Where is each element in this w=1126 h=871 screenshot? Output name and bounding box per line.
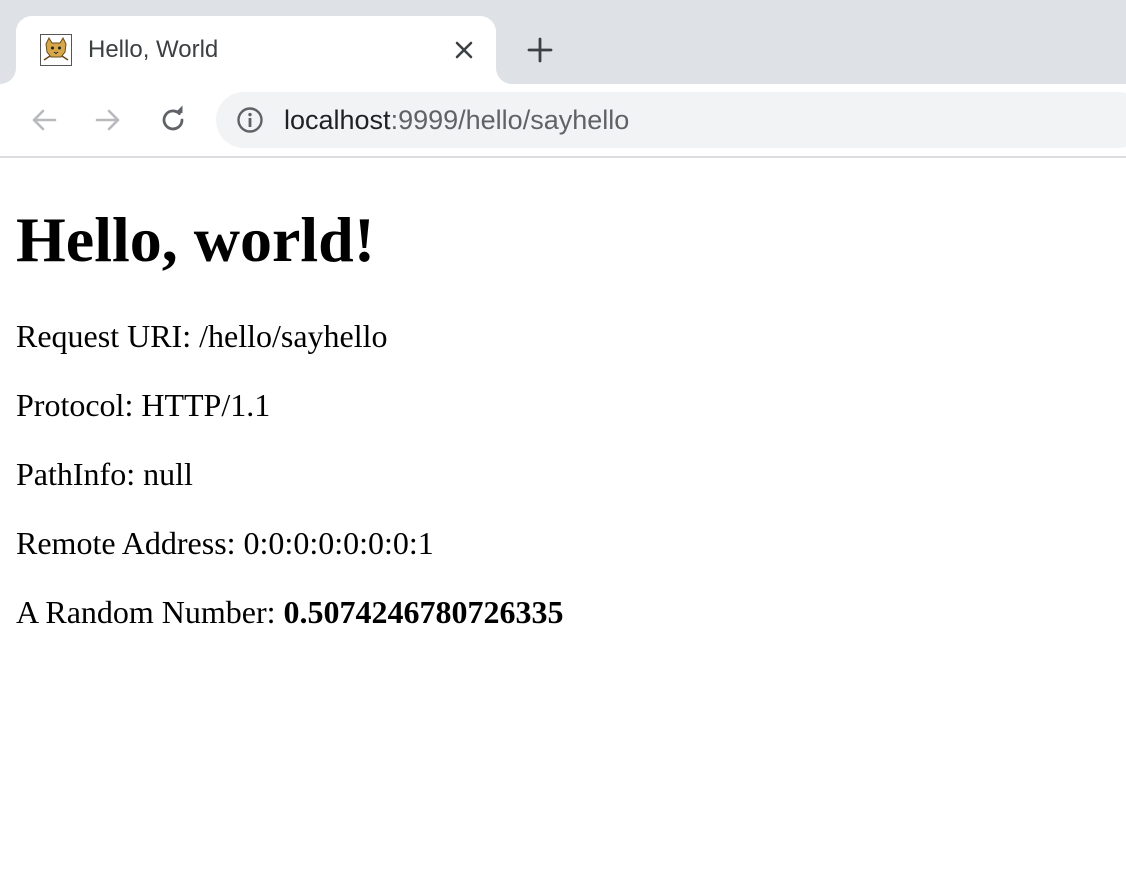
info-icon[interactable] — [236, 106, 264, 134]
tomcat-icon — [40, 34, 72, 66]
request-uri-value: /hello/sayhello — [199, 318, 388, 354]
random-number-value: 0.5074246780726335 — [283, 594, 564, 630]
close-icon[interactable] — [450, 36, 478, 64]
pathinfo-value: null — [143, 456, 193, 492]
url-text[interactable]: localhost:9999/hello/sayhello — [284, 104, 629, 136]
tab-strip: Hello, World — [0, 0, 1126, 84]
tab-title: Hello, World — [88, 36, 219, 63]
line-label: Protocol: — [16, 387, 142, 423]
back-arrow-icon[interactable] — [26, 102, 62, 138]
page-content: Hello, world! Request URI: /hello/sayhel… — [0, 158, 1126, 871]
remote-address-value: 0:0:0:0:0:0:0:1 — [243, 525, 434, 561]
request-uri-line: Request URI: /hello/sayhello — [16, 316, 388, 356]
random-number-line: A Random Number: 0.5074246780726335 — [16, 592, 564, 632]
line-label: PathInfo: — [16, 456, 144, 492]
remote-address-line: Remote Address: 0:0:0:0:0:0:0:1 — [16, 523, 434, 563]
plus-icon[interactable] — [522, 32, 558, 68]
line-label: A Random Number: — [16, 594, 284, 630]
protocol-line: Protocol: HTTP/1.1 — [16, 385, 270, 425]
reload-icon[interactable] — [155, 102, 191, 138]
pathinfo-line: PathInfo: null — [16, 454, 193, 494]
forward-arrow-icon[interactable] — [90, 102, 126, 138]
tab-active[interactable]: Hello, World — [16, 16, 496, 84]
toolbar: localhost:9999/hello/sayhello — [0, 84, 1126, 158]
protocol-value: HTTP/1.1 — [141, 387, 271, 423]
line-label: Request URI: — [16, 318, 200, 354]
line-label: Remote Address: — [16, 525, 244, 561]
browser-window: Hello, World localhost:9999/hello/sayhel… — [0, 0, 1126, 871]
address-bar[interactable]: localhost:9999/hello/sayhello — [216, 92, 1126, 148]
url-host: localhost — [284, 105, 391, 135]
url-path: :9999/hello/sayhello — [390, 105, 630, 135]
page-title: Hello, world! — [16, 204, 376, 275]
